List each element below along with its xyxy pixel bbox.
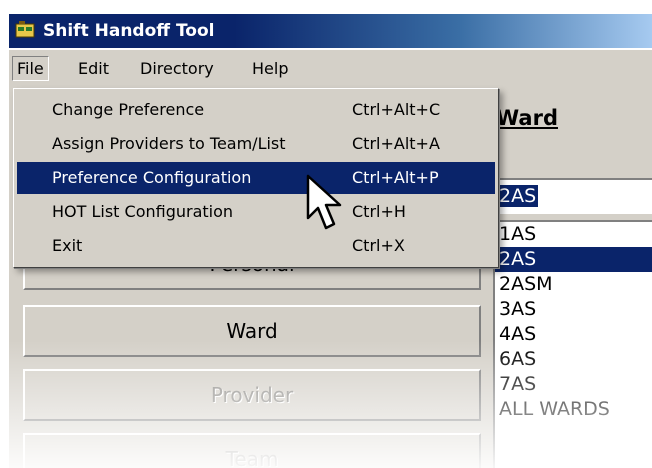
menu-file[interactable]: File bbox=[12, 56, 49, 81]
ward-combo-input[interactable]: 2AS bbox=[493, 178, 652, 214]
ward-option[interactable]: 1AS bbox=[495, 222, 652, 247]
menu-item-shortcut: Ctrl+Alt+C bbox=[352, 100, 441, 119]
menu-directory[interactable]: Directory bbox=[136, 58, 218, 79]
provider-button: Provider bbox=[23, 369, 481, 421]
ward-selected-value: 2AS bbox=[497, 185, 539, 207]
ward-listbox[interactable]: 1AS 2AS 2ASM 3AS 4AS 6AS 7AS ALL WARDS bbox=[493, 220, 652, 468]
ward-option-selected[interactable]: 2AS bbox=[495, 247, 652, 272]
ward-option[interactable]: ALL WARDS bbox=[495, 397, 652, 422]
menu-edit[interactable]: Edit bbox=[74, 58, 113, 79]
team-button: Team bbox=[23, 433, 481, 468]
menu-item-label: Exit bbox=[52, 236, 83, 255]
menu-item-label: Assign Providers to Team/List bbox=[52, 134, 286, 153]
ward-option[interactable]: 3AS bbox=[495, 297, 652, 322]
window-title: Shift Handoff Tool bbox=[43, 21, 215, 41]
mouse-pointer-icon bbox=[306, 174, 342, 230]
menu-item-exit[interactable]: Exit Ctrl+X bbox=[17, 230, 495, 262]
menu-help[interactable]: Help bbox=[248, 58, 292, 79]
menu-item-preference-configuration[interactable]: Preference Configuration Ctrl+Alt+P bbox=[17, 162, 495, 194]
ward-option[interactable]: 6AS bbox=[495, 347, 652, 372]
file-menu-dropdown: Change Preference Ctrl+Alt+C Assign Prov… bbox=[13, 88, 499, 268]
ward-option[interactable]: 2ASM bbox=[495, 272, 652, 297]
menu-bar: File Edit Directory Help bbox=[9, 50, 652, 88]
application-window: Shift Handoff Tool File Edit Directory H… bbox=[0, 0, 652, 468]
menu-item-label: HOT List Configuration bbox=[52, 202, 234, 221]
ward-button[interactable]: Ward bbox=[23, 305, 481, 357]
ward-option[interactable]: 7AS bbox=[495, 372, 652, 397]
ward-option[interactable]: 4AS bbox=[495, 322, 652, 347]
menu-item-hot-list-configuration[interactable]: HOT List Configuration Ctrl+H bbox=[17, 196, 495, 228]
ward-label: Ward bbox=[496, 106, 558, 130]
menu-item-label: Preference Configuration bbox=[52, 168, 252, 187]
menu-item-assign-providers[interactable]: Assign Providers to Team/List Ctrl+Alt+A bbox=[17, 128, 495, 160]
app-icon bbox=[15, 21, 35, 38]
menu-item-shortcut: Ctrl+H bbox=[352, 202, 406, 221]
menu-item-change-preference[interactable]: Change Preference Ctrl+Alt+C bbox=[17, 94, 495, 126]
title-bar[interactable]: Shift Handoff Tool bbox=[9, 14, 652, 48]
menu-item-shortcut: Ctrl+Alt+P bbox=[352, 168, 439, 187]
menu-item-shortcut: Ctrl+Alt+A bbox=[352, 134, 440, 153]
menu-item-label: Change Preference bbox=[52, 100, 205, 119]
menu-item-shortcut: Ctrl+X bbox=[352, 236, 405, 255]
